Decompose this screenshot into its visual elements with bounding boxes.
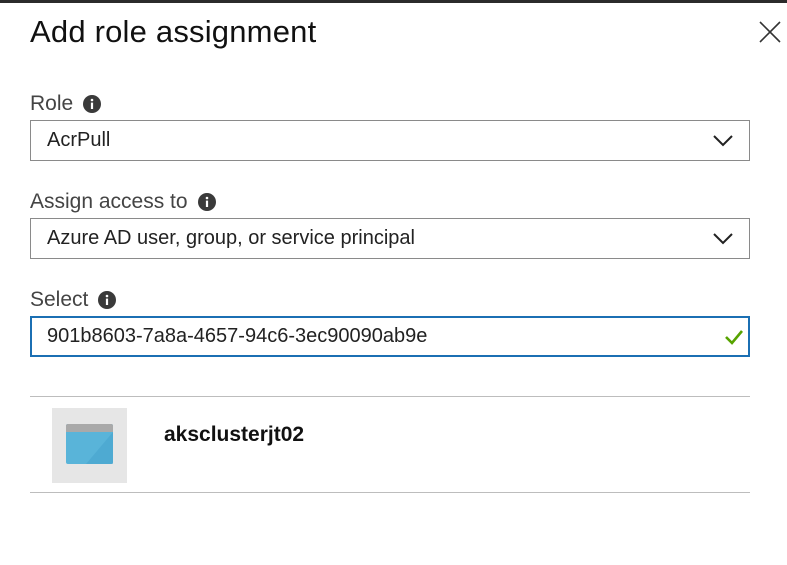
select-label-group: Select [30, 288, 117, 312]
assign-access-dropdown[interactable]: Azure AD user, group, or service princip… [30, 218, 750, 259]
select-label: Select [30, 288, 89, 311]
checkmark-icon [725, 329, 743, 345]
role-label-group: Role [30, 92, 102, 116]
results-divider-bottom [30, 492, 750, 493]
top-border [0, 0, 787, 3]
select-search-input[interactable]: 901b8603-7a8a-4657-94c6-3ec90090ab9e [30, 316, 750, 357]
role-dropdown-value: AcrPull [47, 129, 111, 151]
list-item[interactable]: aksclusterjt02 [30, 397, 750, 492]
close-button[interactable] [758, 20, 782, 44]
info-icon[interactable] [98, 291, 117, 309]
assign-access-dropdown-value: Azure AD user, group, or service princip… [47, 227, 415, 249]
chevron-down-icon [713, 232, 733, 244]
role-dropdown[interactable]: AcrPull [30, 120, 750, 161]
panel-title: Add role assignment [30, 14, 317, 49]
select-input-value: 901b8603-7a8a-4657-94c6-3ec90090ab9e [47, 325, 428, 347]
info-icon[interactable] [83, 95, 102, 113]
chevron-down-icon [713, 134, 733, 146]
assign-access-label: Assign access to [30, 190, 188, 213]
app-window-icon [66, 424, 113, 464]
role-label: Role [30, 92, 74, 115]
app-tile [52, 408, 127, 483]
info-icon[interactable] [197, 193, 216, 211]
assign-access-label-group: Assign access to [30, 190, 216, 214]
result-name: aksclusterjt02 [164, 423, 305, 446]
close-icon [759, 21, 781, 43]
